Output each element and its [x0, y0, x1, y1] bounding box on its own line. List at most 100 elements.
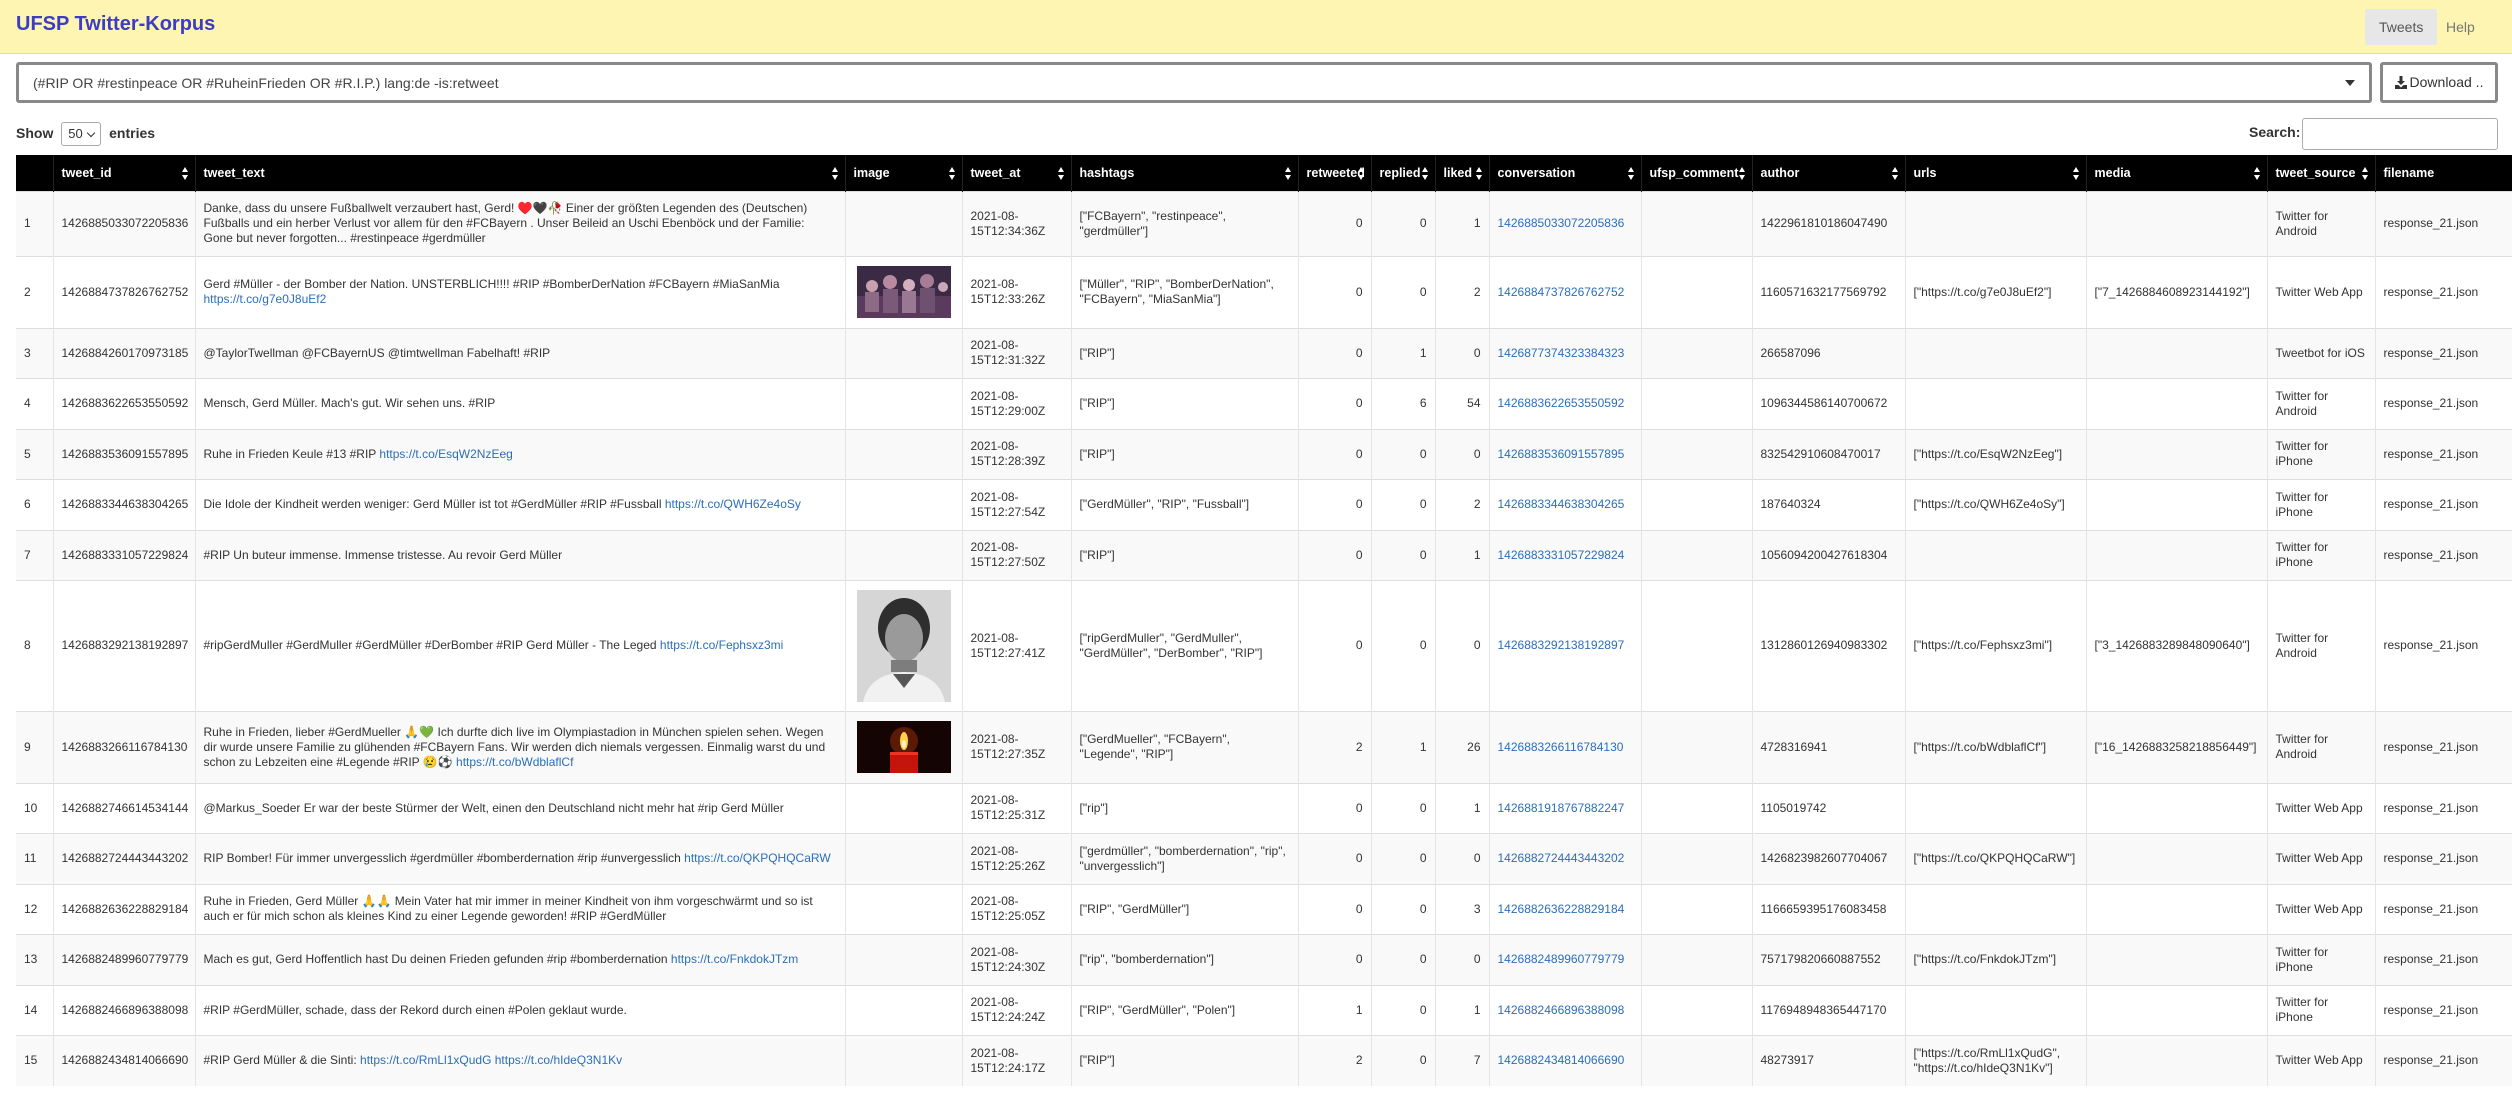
author-cell: 1105019742: [1752, 782, 1906, 833]
media-cell: [2086, 529, 2268, 580]
conversation-link[interactable]: 1426883344638304265: [1489, 478, 1642, 530]
conversation-link[interactable]: 1426882466896388098: [1489, 984, 1642, 1035]
conversation-link[interactable]: 1426882724443443202: [1489, 832, 1642, 884]
hashtags-cell: ["GerdMueller", "FCBayern", "Legende", "…: [1071, 710, 1299, 783]
filename-cell: response_21.json: [2375, 933, 2512, 985]
conversation-link[interactable]: 1426877374323384323: [1489, 327, 1642, 378]
table-row[interactable]: 6 1426883344638304265 Die Idole der Kind…: [16, 478, 2512, 530]
col-urls[interactable]: urls: [1905, 155, 2087, 191]
col-hashtags[interactable]: hashtags: [1071, 155, 1299, 191]
download-icon: [2394, 76, 2407, 89]
table-row[interactable]: 8 1426883292138192897 #ripGerdMuller #Ge…: [16, 579, 2512, 711]
image-cell: [845, 984, 963, 1035]
hashtags-cell: ["RIP"]: [1071, 327, 1299, 378]
liked-cell: 0: [1435, 832, 1490, 884]
table-row[interactable]: 3 1426884260170973185 @TaylorTwellman @F…: [16, 327, 2512, 378]
tab-tweets[interactable]: Tweets: [2365, 9, 2438, 45]
tweet-link[interactable]: https://t.co/FnkdokJTzm: [671, 952, 798, 966]
author-cell: 1160571632177569792: [1752, 255, 1906, 328]
table-row[interactable]: 7 1426883331057229824 #RIP Un buteur imm…: [16, 529, 2512, 580]
filename-cell: response_21.json: [2375, 327, 2512, 378]
media-cell: [2086, 832, 2268, 884]
table-row[interactable]: 2 1426884737826762752 Gerd #Müller - der…: [16, 255, 2512, 328]
download-button[interactable]: Download ..: [2380, 62, 2498, 103]
caret-down-icon[interactable]: [2345, 80, 2355, 86]
conversation-link[interactable]: 1426883266116784130: [1489, 710, 1642, 783]
urls-cell: [1905, 190, 2087, 256]
urls-cell: [1905, 327, 2087, 378]
tweet-source-cell: Twitter for iPhone: [2267, 428, 2376, 479]
retweeted-cell: 0: [1298, 883, 1372, 934]
row-index: 8: [16, 579, 54, 711]
table-row[interactable]: 11 1426882724443443202 RIP Bomber! Für i…: [16, 832, 2512, 884]
tweet-text: Mensch, Gerd Müller. Mach's gut. Wir seh…: [203, 396, 496, 410]
table-row[interactable]: 13 1426882489960779779 Mach es gut, Gerd…: [16, 933, 2512, 985]
table-row[interactable]: 15 1426882434814066690 #RIP Gerd Müller …: [16, 1034, 2512, 1086]
conversation-link[interactable]: 1426883622653550592: [1489, 377, 1642, 429]
photo-thumbnail[interactable]: [856, 589, 951, 702]
image-cell: [845, 327, 963, 378]
col-liked[interactable]: liked: [1435, 155, 1490, 191]
table-row[interactable]: 14 1426882466896388098 #RIP #GerdMüller,…: [16, 984, 2512, 1035]
tweet-link[interactable]: https://t.co/EsqW2NzEeg: [379, 447, 512, 461]
col-tweet-text[interactable]: tweet_text: [195, 155, 846, 191]
col-index[interactable]: [16, 155, 54, 191]
tweet-link[interactable]: https://t.co/g7e0J8uEf2: [204, 292, 327, 306]
image-cell: [845, 190, 963, 256]
table-row[interactable]: 10 1426882746614534144 @Markus_Soeder Er…: [16, 782, 2512, 833]
table-row[interactable]: 5 1426883536091557895 Ruhe in Frieden Ke…: [16, 428, 2512, 479]
col-tweet-id[interactable]: tweet_id: [53, 155, 196, 191]
liked-cell: 2: [1435, 255, 1490, 328]
tweet-link[interactable]: https://t.co/RmLl1xQudG https://t.co/hId…: [360, 1053, 622, 1067]
table-row[interactable]: 4 1426883622653550592 Mensch, Gerd Mülle…: [16, 377, 2512, 429]
search-input[interactable]: [2302, 118, 2498, 150]
conversation-link[interactable]: 1426885033072205836: [1489, 190, 1642, 256]
table-row[interactable]: 9 1426883266116784130 Ruhe in Frieden, l…: [16, 710, 2512, 783]
tweet-text: #RIP #GerdMüller, schade, dass der Rekor…: [203, 1002, 627, 1017]
col-image[interactable]: image: [845, 155, 963, 191]
col-media[interactable]: media: [2086, 155, 2268, 191]
retweeted-cell: 0: [1298, 190, 1372, 256]
image-cell: [845, 1034, 963, 1086]
sort-icon: [1475, 167, 1483, 180]
conversation-link[interactable]: 1426882434814066690: [1489, 1034, 1642, 1086]
query-input[interactable]: [19, 65, 2357, 100]
app-title[interactable]: UFSP Twitter-Korpus: [16, 13, 215, 36]
hashtags-cell: ["RIP"]: [1071, 428, 1299, 479]
conversation-link[interactable]: 1426883536091557895: [1489, 428, 1642, 479]
table-row[interactable]: 1 1426885033072205836 Danke, dass du uns…: [16, 190, 2512, 256]
conversation-link[interactable]: 1426883331057229824: [1489, 529, 1642, 580]
conversation-link[interactable]: 1426884737826762752: [1489, 255, 1642, 328]
col-retweeted[interactable]: retweeted: [1298, 155, 1372, 191]
col-filename[interactable]: filename: [2375, 155, 2512, 191]
length-select[interactable]: 50: [61, 122, 102, 147]
col-ufsp-comment[interactable]: ufsp_comment: [1641, 155, 1753, 191]
col-author[interactable]: author: [1752, 155, 1906, 191]
tweet-id-cell: 1426883292138192897: [53, 579, 196, 711]
table-row[interactable]: 12 1426882636228829184 Ruhe in Frieden, …: [16, 883, 2512, 934]
col-replied[interactable]: replied: [1371, 155, 1436, 191]
urls-cell: ["https://t.co/Fephsxz3mi"]: [1905, 579, 2087, 711]
conversation-link[interactable]: 1426882636228829184: [1489, 883, 1642, 934]
conversation-link[interactable]: 1426881918767882247: [1489, 782, 1642, 833]
conversation-link[interactable]: 1426882489960779779: [1489, 933, 1642, 985]
photo-thumbnail[interactable]: [856, 266, 951, 318]
entries-label: entries: [109, 125, 156, 141]
photo-thumbnail[interactable]: [856, 721, 951, 773]
col-tweet-source[interactable]: tweet_source: [2267, 155, 2376, 191]
author-cell: 1056094200427618304: [1752, 529, 1906, 580]
urls-cell: ["https://t.co/FnkdokJTzm"]: [1905, 933, 2087, 985]
replied-cell: 0: [1371, 579, 1436, 711]
tweet-text-cell: Die Idole der Kindheit werden weniger: G…: [195, 478, 846, 530]
tweet-at-cell: 2021-08-15T12:34:36Z: [962, 190, 1072, 256]
tweet-link[interactable]: https://t.co/bWdblaflCf: [456, 755, 573, 769]
tweet-link[interactable]: https://t.co/Fephsxz3mi: [660, 638, 783, 652]
tab-help[interactable]: Help: [2432, 9, 2489, 45]
tweet-link[interactable]: https://t.co/QWH6Ze4oSy: [665, 497, 801, 511]
sort-icon: [1891, 167, 1899, 180]
hashtags-cell: ["RIP"]: [1071, 529, 1299, 580]
tweet-link[interactable]: https://t.co/QKPQHQCaRW: [684, 851, 830, 865]
col-conversation[interactable]: conversation: [1489, 155, 1642, 191]
conversation-link[interactable]: 1426883292138192897: [1489, 579, 1642, 711]
col-tweet-at[interactable]: tweet_at: [962, 155, 1072, 191]
